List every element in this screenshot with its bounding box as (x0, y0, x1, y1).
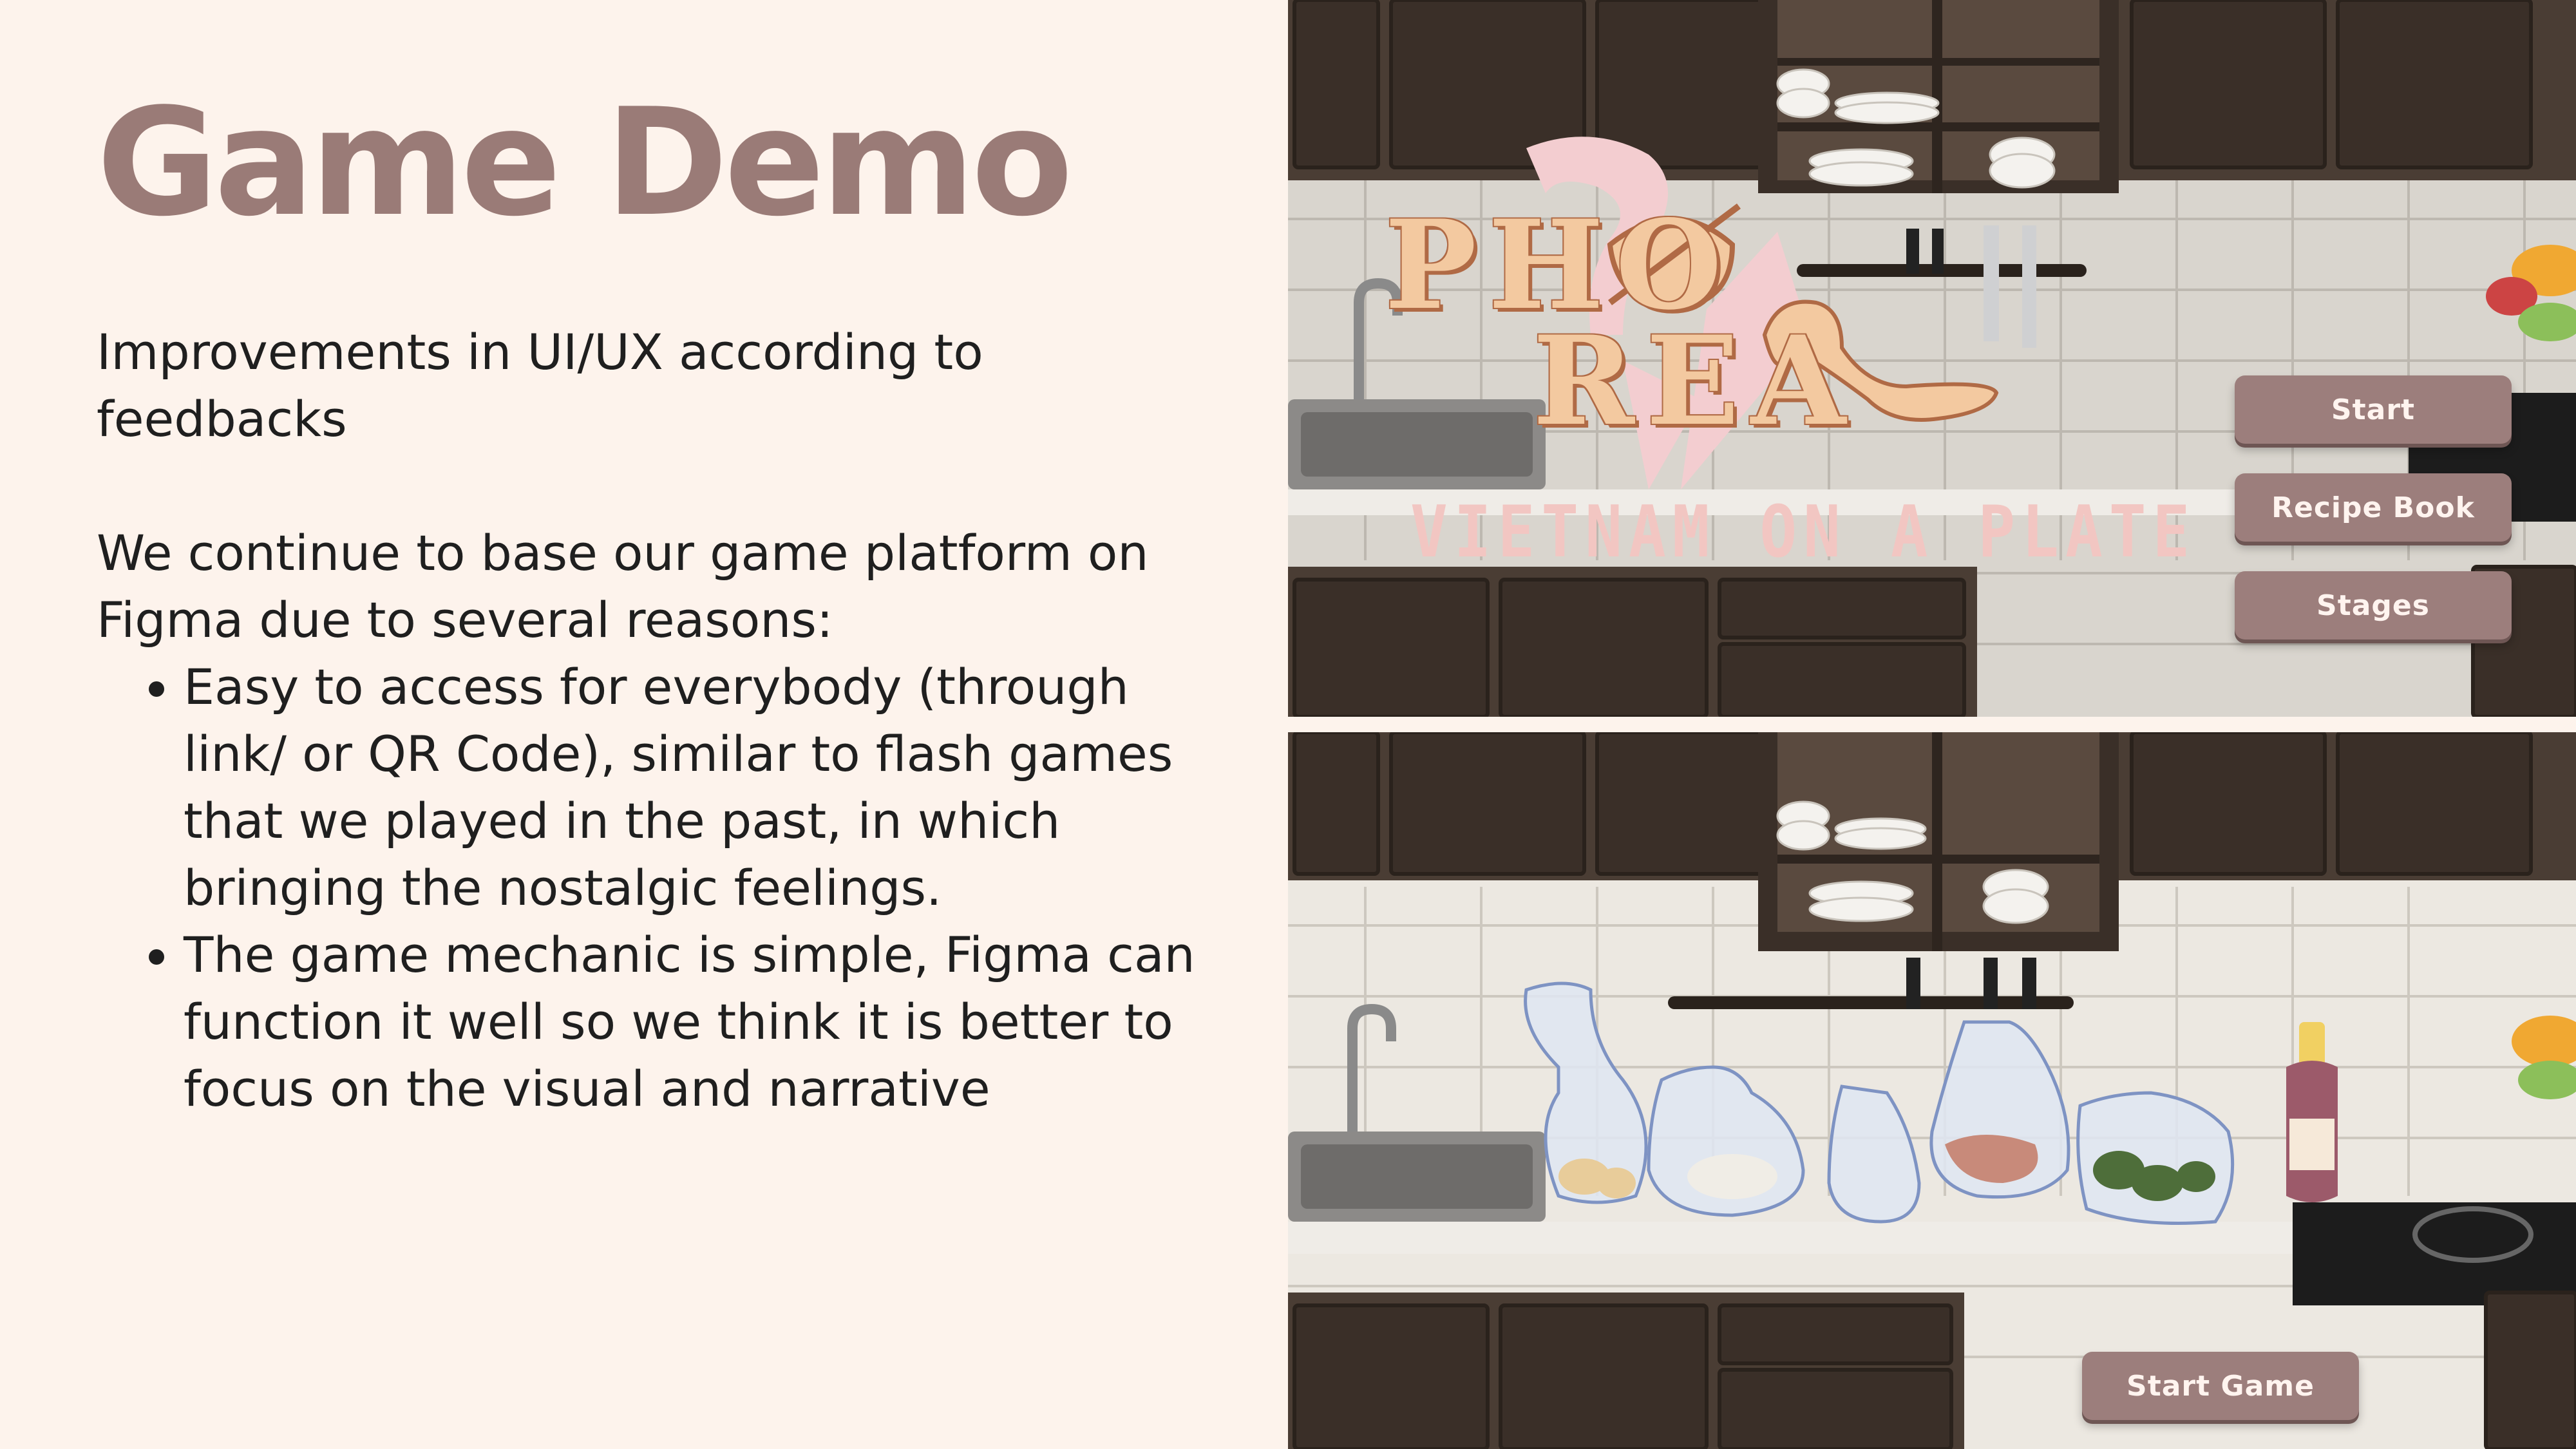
reasons-list: Easy to access for everybody (through li… (184, 654, 1230, 1122)
menu-screenshot: PHO REA VIETNAM ON A PLATE Start Recipe … (1288, 0, 2576, 717)
screenshot-divider (1288, 717, 2576, 732)
slide-body: Improvements in UI/UX according to feedb… (97, 319, 1230, 1122)
reasons-paragraph: We continue to base our game platform on… (97, 524, 1149, 649)
slide-title: Game Demo (97, 77, 1073, 249)
list-item: Easy to access for everybody (through li… (184, 654, 1230, 922)
start-game-button[interactable]: Start Game (2082, 1352, 2359, 1420)
game-screenshot: Start Game (1288, 732, 2576, 1449)
logo-text-line2: REA (1533, 309, 1858, 453)
stages-button[interactable]: Stages (2235, 571, 2512, 639)
list-item: The game mechanic is simple, Figma can f… (184, 922, 1230, 1122)
intro-text: Improvements in UI/UX according to feedb… (97, 323, 983, 448)
recipe-book-button[interactable]: Recipe Book (2235, 473, 2512, 542)
kitchen-scene (1288, 732, 2576, 1449)
tagline-text: VIETNAM ON A PLATE (1410, 490, 2197, 574)
start-button[interactable]: Start (2235, 375, 2512, 444)
slide-text-panel: Game Demo Improvements in UI/UX accordin… (0, 0, 1288, 1449)
